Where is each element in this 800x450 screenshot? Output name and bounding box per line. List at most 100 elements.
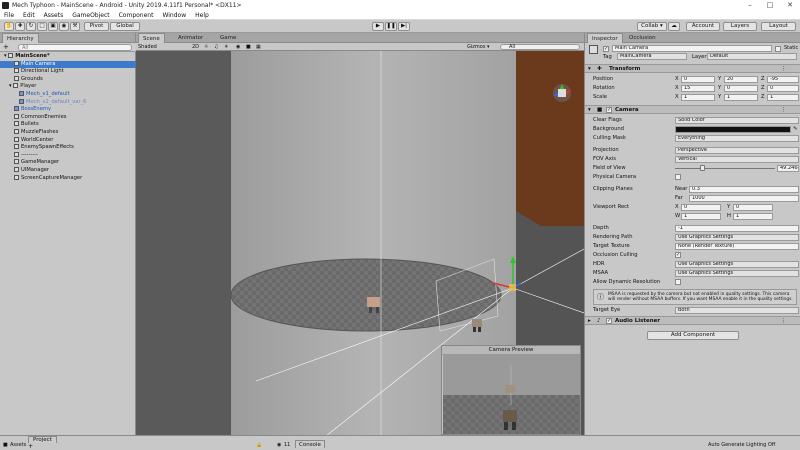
menu-file[interactable]: File [4,12,14,19]
tag-dropdown[interactable]: MainCamera [617,53,687,60]
create-button[interactable]: + [3,43,9,51]
tab-occlusion[interactable]: Occlusion [625,33,660,43]
transform-tool-icon[interactable]: ◉ [59,22,69,31]
hierarchy-item[interactable]: Main Camera [0,60,136,69]
target-eye-dropdown[interactable]: Both [675,307,799,314]
camera-header[interactable]: ▾ ■ ✓ Camera ⋮ [585,105,800,114]
rotation-y-field[interactable]: 0 [724,85,758,92]
layers-dropdown[interactable]: Layers [723,22,757,31]
lighting-toggle-icon[interactable]: ☼ [204,43,208,51]
orientation-gizmo[interactable] [553,84,571,102]
effects-toggle-icon[interactable]: ☀ [224,43,228,51]
fov-axis-dropdown[interactable]: Vertical [675,156,799,163]
tab-hierarchy[interactable]: Hierarchy [2,33,39,43]
menu-component[interactable]: Component [119,12,154,19]
layer-dropdown[interactable]: Default [707,53,797,60]
foldout-icon[interactable]: ▾ [588,106,591,114]
grid-toggle-icon[interactable]: ▦ [256,43,261,51]
minimize-icon[interactable]: – [740,0,760,11]
lock-icon[interactable]: 🔒 [256,442,262,448]
hand-tool-icon[interactable]: ✋ [4,22,14,31]
position-z-field[interactable]: -95 [767,76,799,83]
clear-flags-dropdown[interactable]: Solid Color [675,117,799,124]
hierarchy-item[interactable]: ScreenCaptureManager [0,174,136,183]
hierarchy-item[interactable]: BossEnemy [0,106,136,114]
culling-mask-dropdown[interactable]: Everything [675,135,799,142]
viewport-x-field[interactable]: 0 [681,204,721,211]
hierarchy-item[interactable]: UIManager [0,167,136,175]
eye-icon[interactable]: ◉ [277,442,281,448]
hierarchy-item[interactable]: Bullets [0,121,136,129]
hierarchy-item[interactable]: EnemySpawnEffects [0,144,136,152]
hierarchy-item[interactable]: ▾ Player [0,83,136,91]
foldout-icon[interactable]: ▾ [588,65,591,73]
cloud-icon[interactable]: ☁ [668,22,680,31]
scale-z-field[interactable]: 1 [767,94,799,101]
rendering-path-dropdown[interactable]: Use Graphics Settings [675,234,799,241]
component-menu-icon[interactable]: ⋮ [781,65,787,73]
component-menu-icon[interactable]: ⋮ [781,317,787,325]
transform-header[interactable]: ▾ ✚ Transform ⋮ [585,64,800,73]
hierarchy-item[interactable]: ▾ MainScene* [0,53,136,61]
step-button[interactable]: ▶| [398,22,410,31]
hierarchy-search-input[interactable] [18,44,132,51]
menu-gameobject[interactable]: GameObject [72,12,109,19]
collab-button[interactable]: Collab ▾ [637,22,667,31]
hidden-objects-icon[interactable]: ◉ [236,43,240,51]
position-x-field[interactable]: 0 [681,76,715,83]
fov-slider-track[interactable] [675,168,775,169]
hierarchy-item[interactable]: WorldCenter [0,136,136,145]
menu-edit[interactable]: Edit [23,12,35,19]
rotate-tool-icon[interactable]: ↻ [26,22,36,31]
audio-listener-header[interactable]: ▸ ♪ ✓ Audio Listener ⋮ [585,316,800,325]
custom-tool-icon[interactable]: ⚒ [70,22,80,31]
pivot-toggle[interactable]: Pivot [84,22,109,31]
static-checkbox[interactable] [775,46,781,52]
pause-button[interactable]: ❚❚ [385,22,397,31]
component-menu-icon[interactable]: ⋮ [781,106,787,114]
hierarchy-item[interactable]: Mech_v1_default [0,91,136,99]
foldout-icon[interactable]: ▸ [588,317,591,325]
maximize-icon[interactable]: □ [760,0,780,11]
viewport-y-field[interactable]: 0 [733,204,773,211]
layout-dropdown[interactable]: Layout [761,22,796,31]
occlusion-culling-checkbox[interactable]: ✓ [675,252,681,258]
viewport-h-field[interactable]: 1 [733,213,773,220]
rect-tool-icon[interactable]: ▣ [48,22,58,31]
hierarchy-item[interactable]: CommonEnemies [0,113,136,122]
tab-console[interactable]: Console [295,440,325,448]
fov-slider-handle[interactable] [700,165,705,171]
camera-enabled-checkbox[interactable]: ✓ [606,107,612,113]
background-color-swatch[interactable] [675,126,791,133]
rotation-x-field[interactable]: 15 [681,85,715,92]
scale-x-field[interactable]: 1 [681,94,715,101]
scale-tool-icon[interactable]: □ [37,22,47,31]
dynamic-resolution-checkbox[interactable] [675,279,681,285]
add-component-button[interactable]: Add Component [647,331,739,340]
camera-settings-icon[interactable]: ■ [246,43,251,51]
rotation-z-field[interactable]: 0 [767,85,799,92]
menu-help[interactable]: Help [195,12,209,19]
2d-toggle[interactable]: 2D [192,43,199,51]
viewport-w-field[interactable]: 1 [681,213,721,220]
hierarchy-item[interactable]: GameManager [0,159,136,167]
close-icon[interactable]: ✕ [780,0,800,11]
active-checkbox[interactable]: ✓ [603,46,609,52]
audio-listener-checkbox[interactable]: ✓ [606,318,612,324]
menu-assets[interactable]: Assets [44,12,64,19]
object-name-field[interactable]: Main Camera [612,45,772,52]
move-tool-icon[interactable]: ✚ [15,22,25,31]
hdr-dropdown[interactable]: Use Graphics Settings [675,261,799,268]
gizmos-dropdown[interactable]: Gizmos ▾ [467,43,490,51]
physical-camera-checkbox[interactable] [675,174,681,180]
position-y-field[interactable]: 20 [724,76,758,83]
tab-animator[interactable]: Animator [174,33,207,43]
fov-value-field[interactable]: 49.2464 [777,165,799,172]
depth-field[interactable]: -1 [675,225,799,232]
tab-game[interactable]: Game [216,33,240,43]
scene-search-input[interactable]: All [500,44,580,50]
account-dropdown[interactable]: Account [686,22,720,31]
scale-y-field[interactable]: 1 [724,94,758,101]
msaa-dropdown[interactable]: Use Graphics Settings [675,270,799,277]
tab-project[interactable]: Project [28,436,57,443]
